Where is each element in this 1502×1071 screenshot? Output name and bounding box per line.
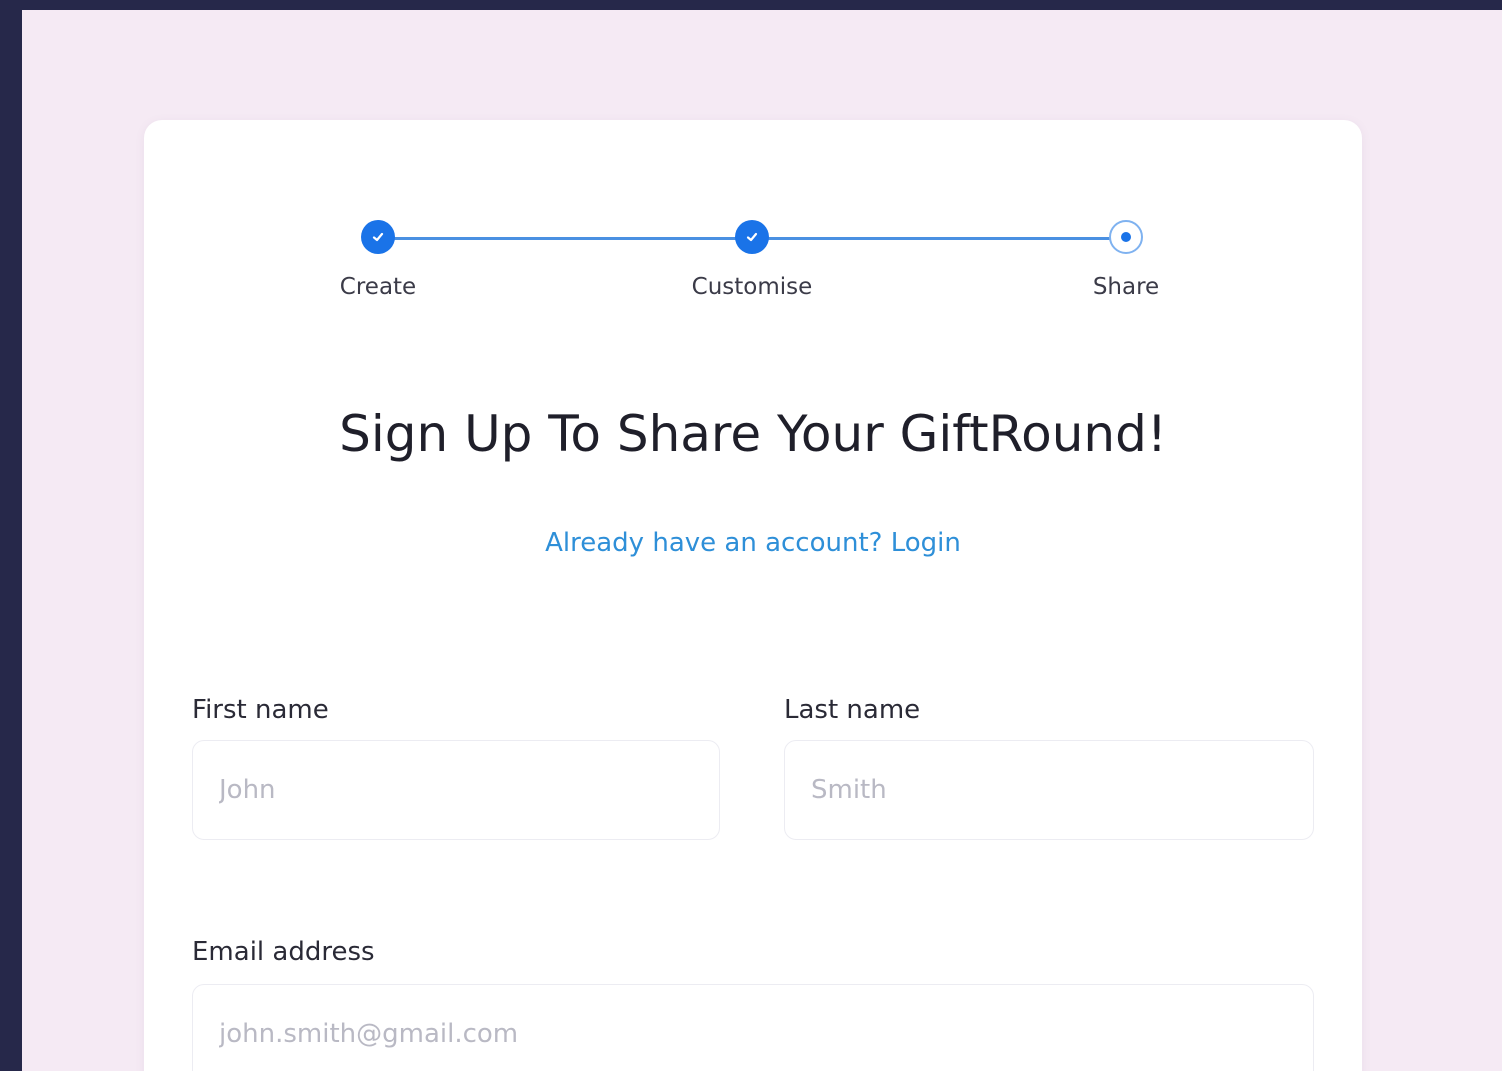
current-step-icon (1109, 220, 1143, 254)
progress-stepper: Create Customise Share (144, 220, 1362, 320)
first-name-label: First name (192, 695, 329, 725)
email-label: Email address (192, 937, 375, 967)
step-label-share: Share (1092, 274, 1160, 300)
step-label-customise: Customise (691, 274, 813, 300)
last-name-label: Last name (784, 695, 921, 725)
signup-card: Create Customise Share Sign Up To Share … (144, 120, 1362, 1071)
last-name-input[interactable] (784, 740, 1314, 840)
step-label-create: Create (339, 274, 417, 300)
step-share: Share (1026, 220, 1226, 300)
login-link[interactable]: Already have an account? Login (144, 528, 1362, 558)
page-title: Sign Up To Share Your GiftRound! (339, 405, 1167, 463)
current-step-dot (1121, 232, 1131, 242)
check-icon (735, 220, 769, 254)
step-create: Create (278, 220, 478, 300)
email-input[interactable] (192, 984, 1314, 1071)
page-background: Create Customise Share Sign Up To Share … (22, 10, 1502, 1071)
first-name-input[interactable] (192, 740, 720, 840)
step-customise: Customise (652, 220, 852, 300)
check-icon (361, 220, 395, 254)
